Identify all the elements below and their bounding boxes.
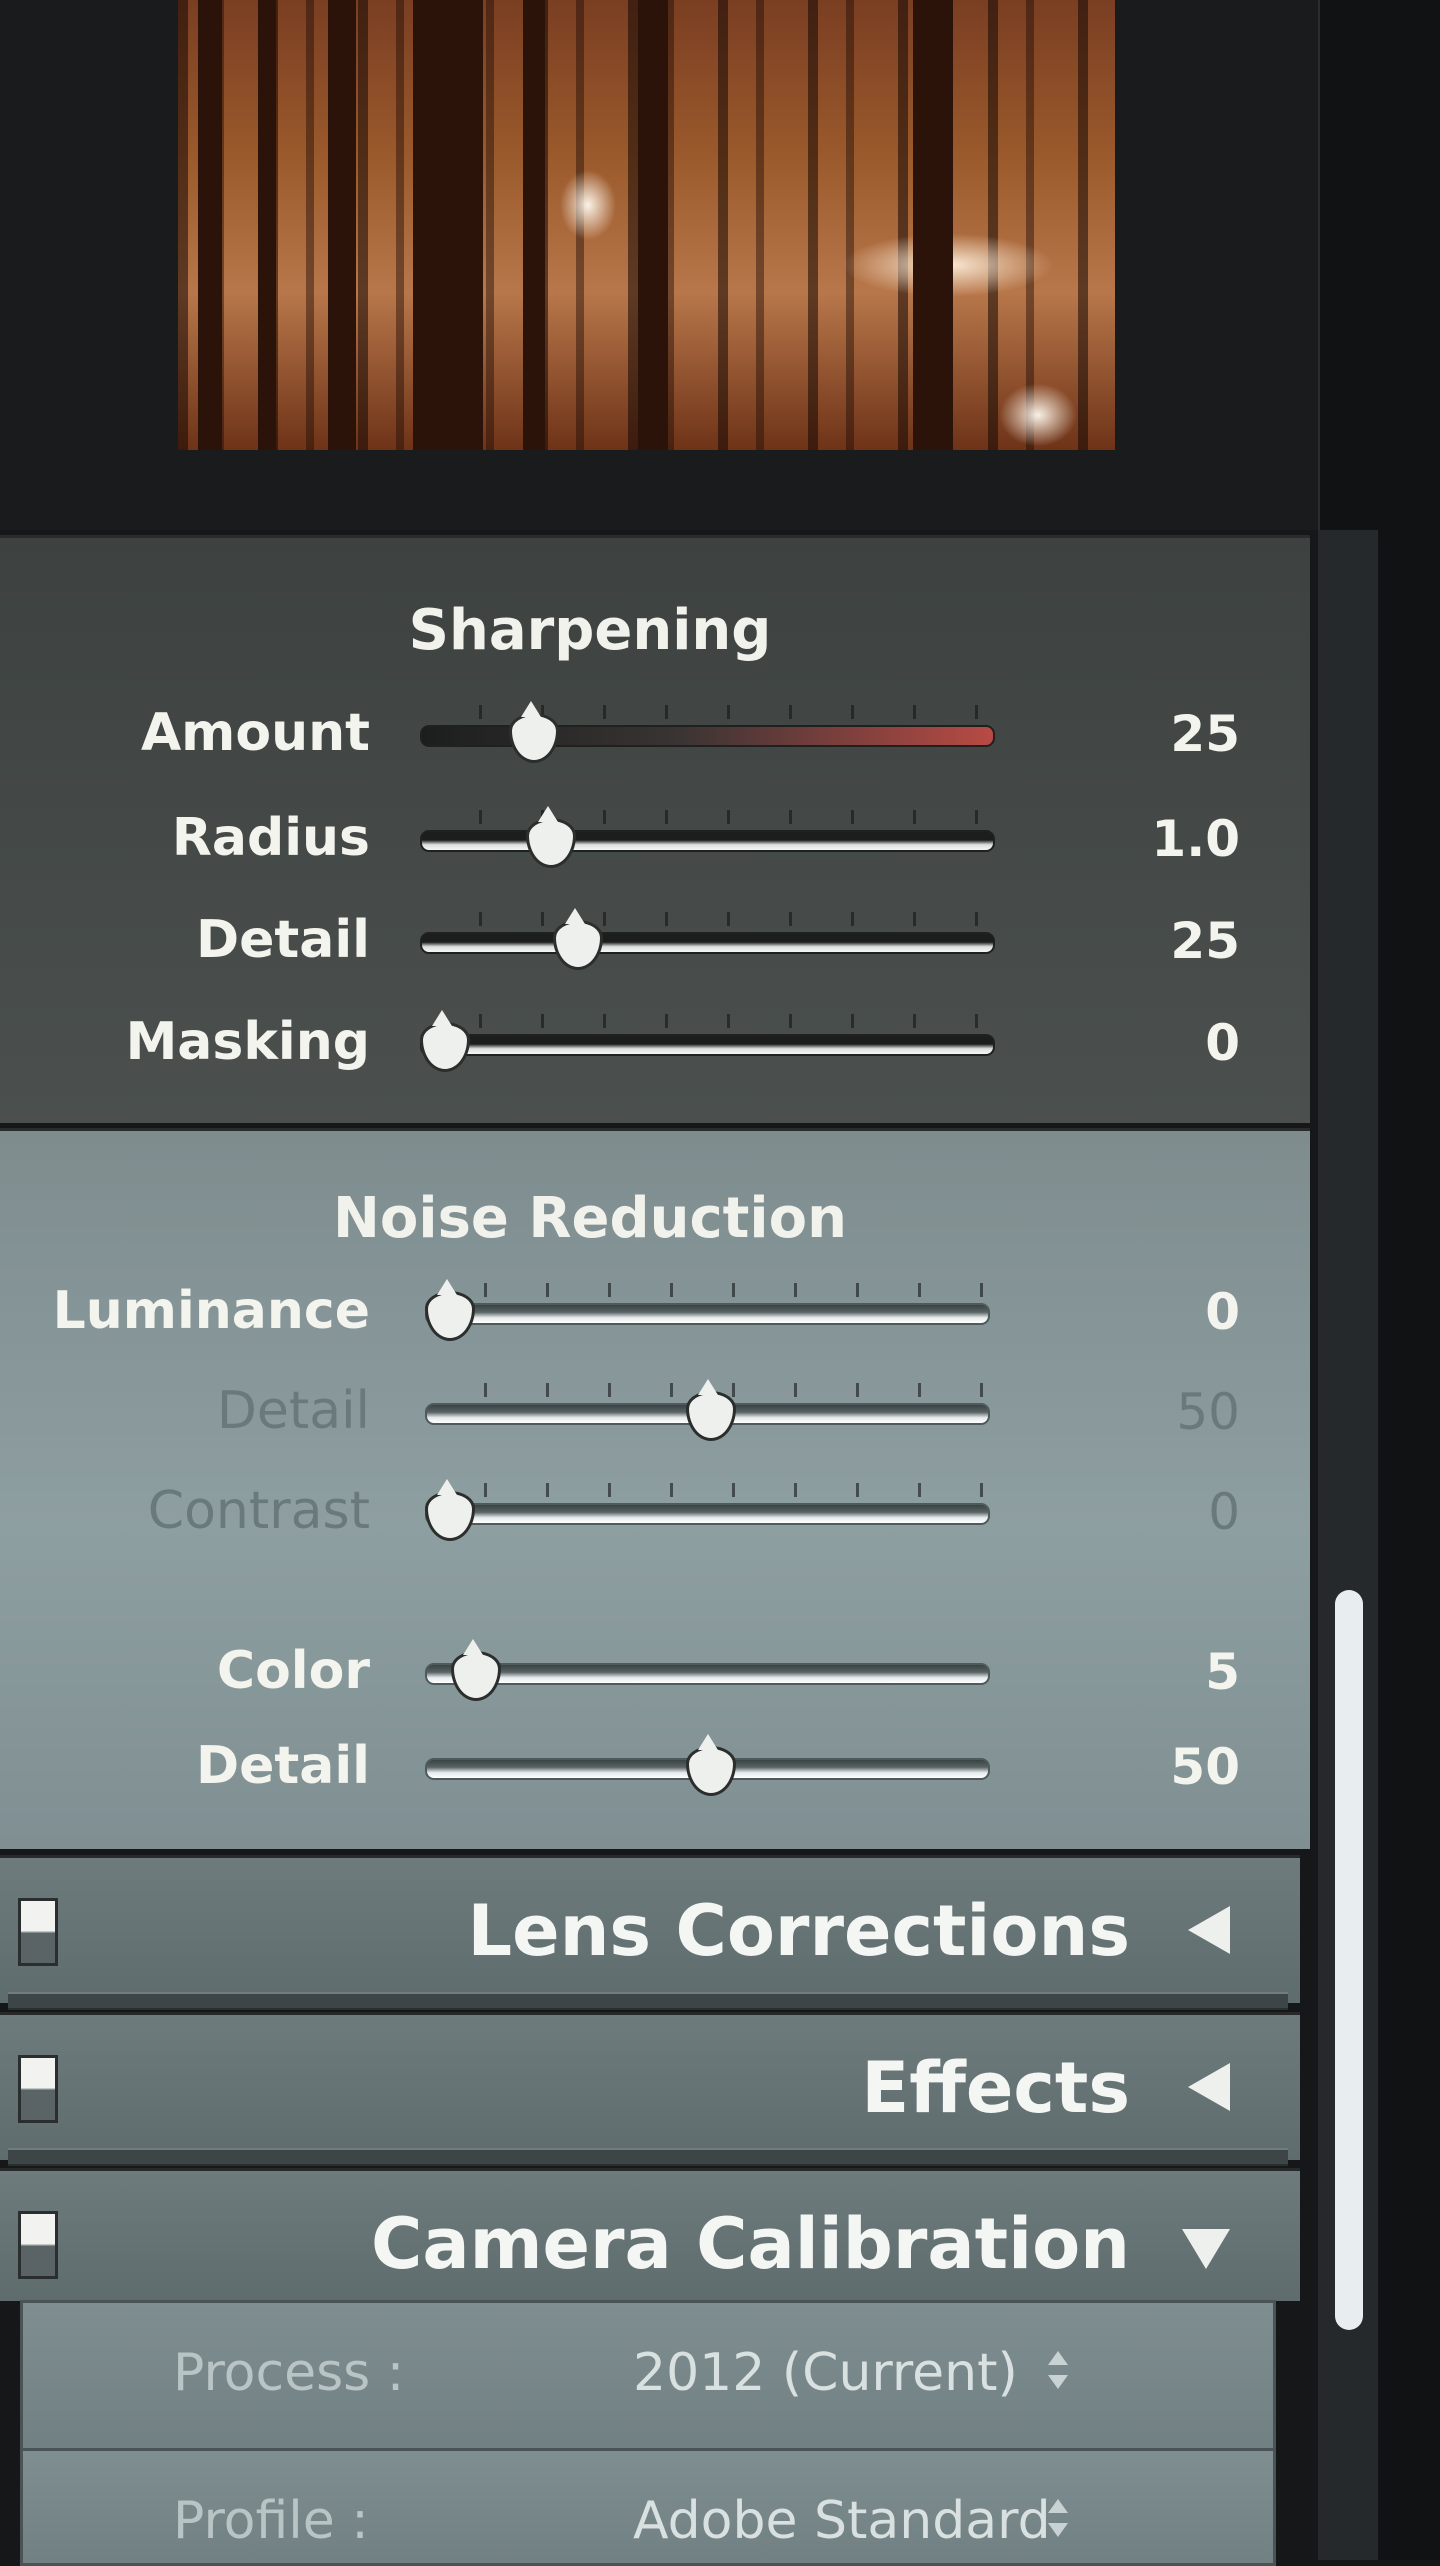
profile-label: Profile : <box>173 2491 369 2551</box>
luminance-value[interactable]: 0 <box>1110 1283 1240 1341</box>
process-select[interactable]: 2012 (Current) <box>633 2343 1018 2403</box>
scrollbar-thumb[interactable] <box>1335 1590 1363 2330</box>
luminance-detail-label: Detail <box>216 1381 370 1441</box>
radius-value[interactable]: 1.0 <box>1110 810 1240 868</box>
process-row: Process : 2012 (Current) <box>20 2300 1276 2451</box>
detail-label: Detail <box>195 910 370 970</box>
camera-calibration-toggle[interactable] <box>18 2211 58 2279</box>
effects-title: Effects <box>861 2047 1130 2129</box>
sharpening-panel: Sharpening Amount 25 Radius 1.0 Detail 2… <box>0 535 1310 1123</box>
luminance-slider[interactable] <box>425 1279 990 1343</box>
slider-ticks <box>425 1283 990 1297</box>
process-label: Process : <box>173 2343 405 2403</box>
color-slider[interactable] <box>425 1639 990 1703</box>
luminance-detail-value[interactable]: 50 <box>1110 1383 1240 1441</box>
panel-separator <box>8 2148 1288 2166</box>
amount-label: Amount <box>140 703 370 763</box>
color-label: Color <box>216 1641 370 1701</box>
slider-track <box>425 1503 990 1525</box>
slider-track <box>420 725 995 747</box>
luminance-detail-slider[interactable] <box>425 1379 990 1443</box>
collapse-triangle-icon[interactable] <box>1188 1906 1230 1954</box>
slider-ticks <box>425 1483 990 1497</box>
slider-ticks <box>420 705 995 719</box>
lens-corrections-title: Lens Corrections <box>467 1890 1130 1972</box>
luminance-label: Luminance <box>52 1281 370 1341</box>
profile-stepper-icon[interactable] <box>1043 2491 1073 2551</box>
slider-track <box>420 1034 995 1056</box>
amount-value[interactable]: 25 <box>1110 705 1240 763</box>
color-detail-slider[interactable] <box>425 1734 990 1798</box>
slider-track <box>420 830 995 852</box>
process-stepper-icon[interactable] <box>1043 2343 1073 2403</box>
detail-slider[interactable] <box>420 908 995 972</box>
slider-ticks <box>420 810 995 824</box>
slider-track <box>425 1303 990 1325</box>
collapse-triangle-icon[interactable] <box>1188 2063 1230 2111</box>
slider-track <box>425 1663 990 1685</box>
slider-ticks <box>420 912 995 926</box>
panel-separator <box>8 1992 1288 2010</box>
luminance-contrast-slider[interactable] <box>425 1479 990 1543</box>
lens-corrections-toggle[interactable] <box>18 1898 58 1966</box>
masking-label: Masking <box>125 1012 370 1072</box>
amount-slider[interactable] <box>420 701 995 765</box>
slider-ticks <box>420 1014 995 1028</box>
expand-triangle-icon[interactable] <box>1182 2229 1230 2269</box>
luminance-contrast-label: Contrast <box>147 1481 370 1541</box>
radius-slider[interactable] <box>420 806 995 870</box>
slider-track <box>420 932 995 954</box>
noise-reduction-title: Noise Reduction <box>333 1186 847 1251</box>
noise-reduction-panel: Noise Reduction Luminance 0 Detail 50 Co… <box>0 1128 1310 1849</box>
masking-value[interactable]: 0 <box>1110 1014 1240 1072</box>
photo-preview-area <box>0 0 1320 530</box>
masking-slider[interactable] <box>420 1010 995 1074</box>
camera-calibration-title: Camera Calibration <box>371 2203 1130 2285</box>
profile-row: Profile : Adobe Standard <box>20 2448 1276 2566</box>
effects-header[interactable]: Effects <box>0 2012 1300 2160</box>
effects-toggle[interactable] <box>18 2055 58 2123</box>
radius-label: Radius <box>171 808 370 868</box>
camera-calibration-header[interactable]: Camera Calibration <box>0 2168 1300 2301</box>
detail-value[interactable]: 25 <box>1110 912 1240 970</box>
profile-select[interactable]: Adobe Standard <box>633 2491 1051 2551</box>
lens-corrections-header[interactable]: Lens Corrections <box>0 1855 1300 2003</box>
sharpening-title: Sharpening <box>408 598 772 663</box>
color-value[interactable]: 5 <box>1110 1643 1240 1701</box>
preview-photo <box>178 0 1115 450</box>
color-detail-value[interactable]: 50 <box>1110 1738 1240 1796</box>
luminance-contrast-value[interactable]: 0 <box>1110 1483 1240 1541</box>
color-detail-label: Detail <box>195 1736 370 1796</box>
